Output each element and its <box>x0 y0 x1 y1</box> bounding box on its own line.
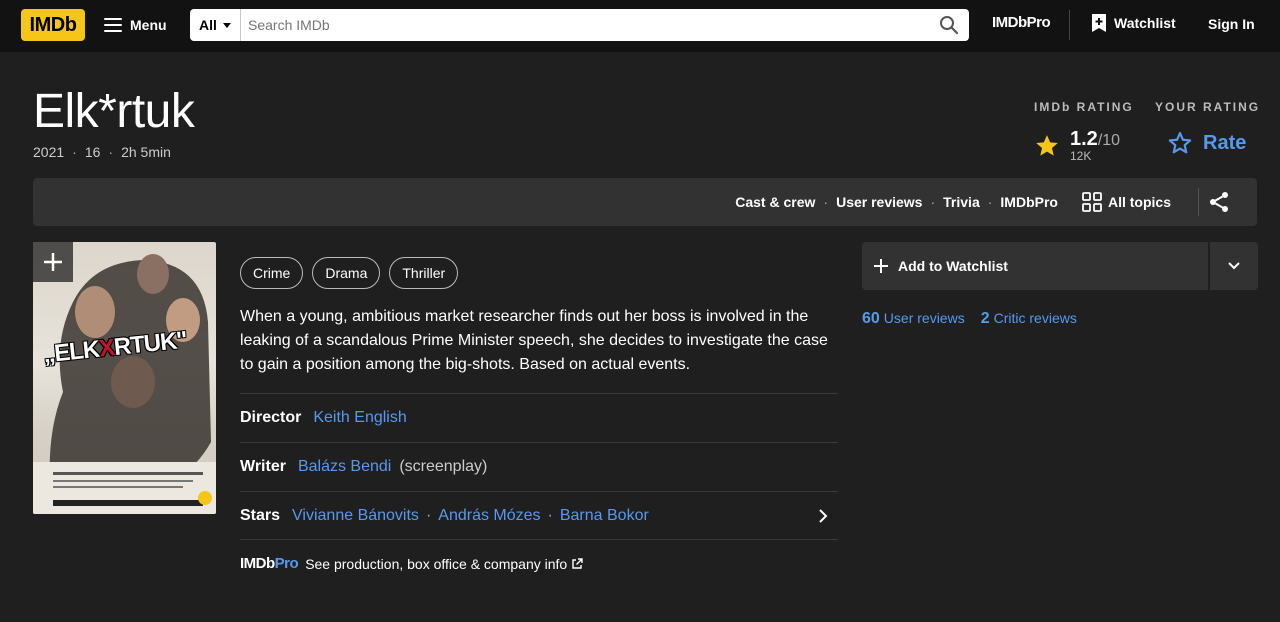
watchlist-label: Watchlist <box>1114 15 1176 31</box>
stars-separator: · <box>425 506 432 524</box>
share-icon[interactable] <box>1207 190 1231 214</box>
meta-separator: · <box>108 144 114 160</box>
rating-count: 12K <box>1070 149 1092 163</box>
chevron-down-icon <box>1228 262 1240 270</box>
genre-chip-crime[interactable]: Crime <box>240 257 304 289</box>
search-category-label: All <box>199 17 217 33</box>
grid-icon <box>1082 192 1102 212</box>
stars-separator: · <box>547 506 553 524</box>
rating-out-of: /10 <box>1097 132 1121 149</box>
director-link[interactable]: Keith English <box>313 409 406 427</box>
imdb-rating[interactable]: IMDb RATING 1.2/10 12K <box>1034 100 1138 163</box>
your-rating: YOUR RATING Rate <box>1155 100 1265 156</box>
search-category-dropdown[interactable]: All <box>190 9 241 41</box>
nav-divider <box>1069 10 1070 40</box>
search-input[interactable] <box>241 9 929 41</box>
rate-label: Rate <box>1203 131 1247 154</box>
genre-chip-thriller[interactable]: Thriller <box>389 257 459 289</box>
critic-reviews-count-link[interactable]: 2 Critic reviews <box>981 310 1077 328</box>
critic-reviews-count: 2 <box>980 310 990 327</box>
watchlist-dropdown-button[interactable] <box>1210 242 1258 290</box>
imdbpro-link[interactable]: IMDbPro <box>1000 194 1058 210</box>
plus-icon <box>874 259 888 273</box>
search-icon[interactable] <box>929 9 969 41</box>
writer-link[interactable]: Balázs Bendi <box>298 458 391 476</box>
release-year[interactable]: 2021 <box>33 144 64 160</box>
star-outline-icon <box>1168 131 1192 154</box>
writer-label: Writer <box>240 458 286 475</box>
director-label: Director <box>240 409 302 426</box>
star-link[interactable]: Barna Bokor <box>560 507 649 525</box>
add-to-watchlist-label: Add to Watchlist <box>898 258 1008 274</box>
subnav-separator: · <box>930 194 936 210</box>
search-bar: All <box>190 9 969 41</box>
menu-button[interactable]: Menu <box>104 10 167 40</box>
menu-label: Menu <box>130 17 167 33</box>
imdbpro-promo: IMDbPro See production, box office & com… <box>240 555 583 572</box>
imdbpro-promo-link[interactable]: See production, box office & company inf… <box>305 556 583 572</box>
rate-button[interactable]: Rate <box>1167 130 1265 156</box>
imdbpro-logo: IMDbPro <box>240 555 299 572</box>
plot-summary: When a young, ambitious market researche… <box>240 308 828 373</box>
your-rating-label: YOUR RATING <box>1155 100 1261 114</box>
poster-artwork <box>33 254 216 514</box>
imdb-rating-label: IMDb RATING <box>1034 100 1134 114</box>
poster-image[interactable]: „ELKXRTUK" <box>33 242 216 514</box>
all-topics-button[interactable]: All topics <box>1082 192 1171 212</box>
user-reviews-count-link[interactable]: 60 User reviews <box>862 310 965 328</box>
title-meta: 2021 · 16 · 2h 5min <box>33 144 171 160</box>
runtime: 2h 5min <box>121 144 171 160</box>
star-link[interactable]: András Mózes <box>438 507 540 525</box>
critic-reviews-label: Critic reviews <box>993 310 1077 326</box>
genre-chips: Crime Drama Thriller <box>240 257 459 289</box>
all-topics-label: All topics <box>1107 194 1171 210</box>
credit-row-director: Director Keith English <box>240 393 838 442</box>
subnav-separator: · <box>987 194 993 210</box>
credit-row-stars[interactable]: Stars Vivianne Bánovits · András Mózes ·… <box>240 491 838 540</box>
star-link[interactable]: Vivianne Bánovits <box>292 507 419 525</box>
add-to-watchlist-ribbon[interactable] <box>33 242 73 282</box>
sign-in-link[interactable]: Sign In <box>1208 16 1255 32</box>
subnav-divider <box>1198 188 1199 216</box>
review-links: 60 User reviews 2 Critic reviews <box>862 310 1077 328</box>
rating-value: 1.2 <box>1070 128 1098 150</box>
bookmark-plus-icon <box>1092 14 1106 32</box>
subnav-separator: · <box>823 194 829 210</box>
watchlist-nav-button[interactable]: Watchlist <box>1092 14 1176 32</box>
cast-crew-link[interactable]: Cast & crew <box>735 194 815 210</box>
writer-note: (screenplay) <box>399 458 488 475</box>
title-subnav: Cast & crew · User reviews · Trivia · IM… <box>33 178 1257 226</box>
add-to-watchlist-button[interactable]: Add to Watchlist <box>862 242 1208 290</box>
user-reviews-link[interactable]: User reviews <box>836 194 922 210</box>
user-reviews-label: User reviews <box>883 310 965 326</box>
star-icon <box>1036 134 1058 156</box>
stars-label: Stars <box>240 506 281 524</box>
certificate[interactable]: 16 <box>85 144 101 160</box>
caret-down-icon <box>222 22 231 28</box>
trivia-link[interactable]: Trivia <box>943 194 980 210</box>
plus-icon <box>44 253 62 271</box>
user-reviews-count: 60 <box>862 310 880 327</box>
hamburger-icon <box>104 18 122 32</box>
chevron-right-icon[interactable] <box>816 508 830 524</box>
page-title: Elk*rtuk <box>33 85 195 138</box>
top-navigation: IMDb Menu All IMDbPro Watchlist Sign In <box>0 0 1280 52</box>
imdbpro-nav-link[interactable]: IMDbPro <box>992 14 1051 31</box>
imdb-logo[interactable]: IMDb <box>21 9 85 41</box>
external-link-icon <box>572 557 583 569</box>
genre-chip-drama[interactable]: Drama <box>312 257 381 289</box>
imdbpro-promo-text: See production, box office & company inf… <box>305 555 568 572</box>
meta-separator: · <box>72 144 77 160</box>
credit-row-writer: Writer Balázs Bendi (screenplay) <box>240 442 838 491</box>
